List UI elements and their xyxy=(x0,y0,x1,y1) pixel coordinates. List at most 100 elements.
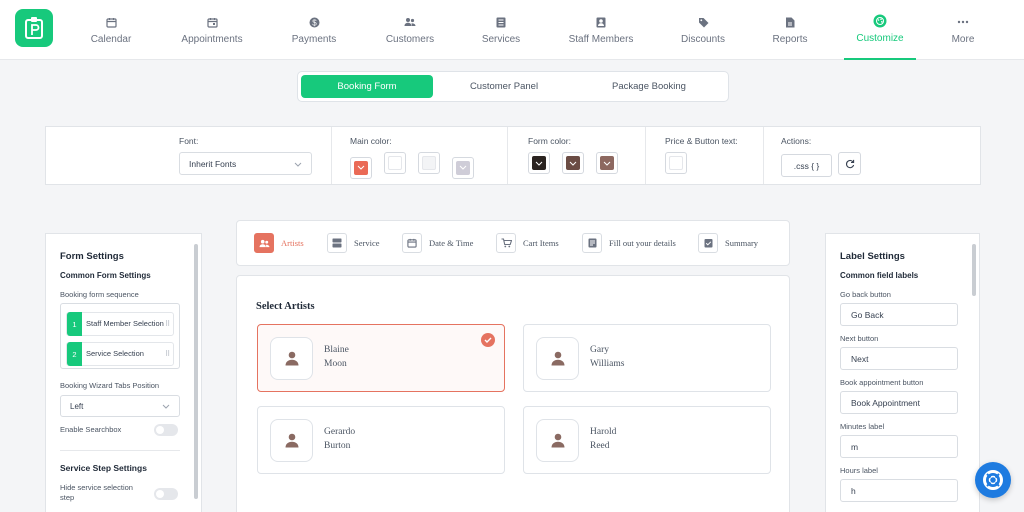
nav-appointments[interactable]: Appointments xyxy=(172,0,252,60)
label-settings-title: Label Settings xyxy=(840,251,905,262)
appointments-icon xyxy=(206,15,218,29)
artist-first-name: Gary xyxy=(590,345,609,355)
hours-label: Hours label xyxy=(840,466,878,475)
user-icon xyxy=(285,351,298,366)
step-artists[interactable]: Artists xyxy=(254,233,304,253)
nav-customers[interactable]: Customers xyxy=(378,0,442,60)
nav-reports[interactable]: Reports xyxy=(766,0,814,60)
common-form-settings-title: Common Form Settings xyxy=(60,271,151,280)
nav-more[interactable]: More xyxy=(944,0,982,60)
drag-handle-icon[interactable]: ⠿ xyxy=(165,350,173,358)
go-back-input[interactable]: Go Back xyxy=(840,303,958,326)
svg-text:$: $ xyxy=(312,18,317,27)
minutes-input[interactable]: m xyxy=(840,435,958,458)
font-select-value: Inherit Fonts xyxy=(189,158,237,169)
main-color-swatch-4[interactable] xyxy=(452,156,474,179)
actions-section: Actions: .css { } xyxy=(764,127,980,184)
nav-calendar[interactable]: Calendar xyxy=(80,0,142,60)
artist-card[interactable]: Blaine Moon xyxy=(257,324,505,392)
nav-label: Appointments xyxy=(181,34,243,45)
sequence-number: 1 xyxy=(67,312,82,336)
step-details[interactable]: Fill out your details xyxy=(582,233,676,253)
sequence-item[interactable]: 1 Staff Member Selection ⠿ xyxy=(66,312,174,336)
nav-staff-members[interactable]: Staff Members xyxy=(562,0,640,60)
form-color-swatch-3[interactable] xyxy=(596,152,618,174)
reset-button[interactable] xyxy=(838,152,861,175)
booking-sequence-label: Booking form sequence xyxy=(60,290,139,299)
nav-services[interactable]: Services xyxy=(476,0,526,60)
form-color-swatch-1[interactable] xyxy=(528,152,550,174)
artist-name: Blaine Moon xyxy=(324,343,349,371)
report-icon xyxy=(785,15,795,29)
avatar xyxy=(270,419,313,462)
calendar-icon xyxy=(105,15,117,29)
form-color-swatch-2[interactable] xyxy=(562,152,584,174)
user-icon xyxy=(551,433,564,448)
color-chip xyxy=(422,156,436,170)
form-settings-panel: Form Settings Common Form Settings Booki… xyxy=(45,233,202,512)
nav-label: More xyxy=(951,34,975,45)
nav-label: Discounts xyxy=(681,34,725,45)
main-color-swatch-2[interactable] xyxy=(384,152,406,174)
nav-label: Services xyxy=(481,34,521,45)
content-title: Select Artists xyxy=(256,301,315,312)
searchbox-toggle[interactable] xyxy=(154,424,178,436)
artist-selection: Select Artists Blaine Moon Gary Williams G… xyxy=(236,275,790,512)
help-button[interactable] xyxy=(975,462,1011,498)
hide-service-label: Hide service selection step xyxy=(60,483,133,502)
wizard-position-select[interactable]: Left xyxy=(60,395,180,417)
step-date-time[interactable]: Date & Time xyxy=(402,233,473,253)
color-chip xyxy=(354,160,368,175)
style-toolbar: Font: Inherit Fonts Main color: Form col… xyxy=(45,126,981,185)
font-section: Font: Inherit Fonts xyxy=(46,127,332,184)
artist-card[interactable]: Harold Reed xyxy=(523,406,771,474)
sequence-label: Staff Member Selection xyxy=(86,319,164,328)
book-appointment-label: Book appointment button xyxy=(840,378,924,387)
sequence-item[interactable]: 2 Service Selection ⠿ xyxy=(66,342,174,366)
color-chip xyxy=(600,156,614,170)
hide-service-toggle[interactable] xyxy=(154,488,178,500)
sequence-number: 2 xyxy=(67,342,82,366)
booking-sequence-list: 1 Staff Member Selection ⠿ 2 Service Sel… xyxy=(60,303,180,369)
step-cart-items[interactable]: Cart Items xyxy=(496,233,559,253)
artist-card[interactable]: Gary Williams xyxy=(523,324,771,392)
scrollbar[interactable] xyxy=(194,244,198,499)
custom-css-button[interactable]: .css { } xyxy=(781,154,832,177)
label-settings-panel: Label Settings Common field labels Go ba… xyxy=(825,233,980,512)
customize-tabs: Booking Form Customer Panel Package Book… xyxy=(297,71,729,102)
artist-last-name: Burton xyxy=(324,441,351,451)
next-input[interactable]: Next xyxy=(840,347,958,370)
main-color-swatch-3[interactable] xyxy=(418,152,440,174)
artist-last-name: Reed xyxy=(590,441,610,451)
hours-input[interactable]: h xyxy=(840,479,958,502)
step-label: Fill out your details xyxy=(609,238,676,248)
nav-label: Calendar xyxy=(90,34,132,45)
price-color-swatch[interactable] xyxy=(665,152,687,174)
tab-package-booking[interactable]: Package Booking xyxy=(575,75,723,98)
user-icon xyxy=(551,351,564,366)
tab-booking-form[interactable]: Booking Form xyxy=(301,75,433,98)
staff-icon xyxy=(596,15,606,29)
main-color-section: Main color: xyxy=(332,127,508,184)
step-label: Summary xyxy=(725,238,759,248)
nav-customize[interactable]: Customize xyxy=(844,0,916,60)
artist-last-name: Williams xyxy=(590,359,625,369)
book-appointment-input[interactable]: Book Appointment xyxy=(840,391,958,414)
font-select[interactable]: Inherit Fonts xyxy=(179,152,312,175)
step-summary[interactable]: Summary xyxy=(698,233,758,253)
nav-label: Customers xyxy=(385,34,435,45)
refresh-icon xyxy=(845,159,854,168)
artist-card[interactable]: Gerardo Burton xyxy=(257,406,505,474)
tab-customer-panel[interactable]: Customer Panel xyxy=(433,75,575,98)
users-icon xyxy=(254,233,274,253)
color-chip xyxy=(669,156,683,170)
nav-discounts[interactable]: Discounts xyxy=(676,0,730,60)
app-logo[interactable] xyxy=(15,9,53,47)
form-color-label: Form color: xyxy=(528,136,571,146)
nav-payments[interactable]: $ Payments xyxy=(285,0,343,60)
step-service[interactable]: Service xyxy=(327,233,380,253)
drag-handle-icon[interactable]: ⠿ xyxy=(165,320,173,328)
sequence-label: Service Selection xyxy=(86,349,144,358)
scrollbar[interactable] xyxy=(972,244,976,296)
main-color-swatch-1[interactable] xyxy=(350,156,372,179)
